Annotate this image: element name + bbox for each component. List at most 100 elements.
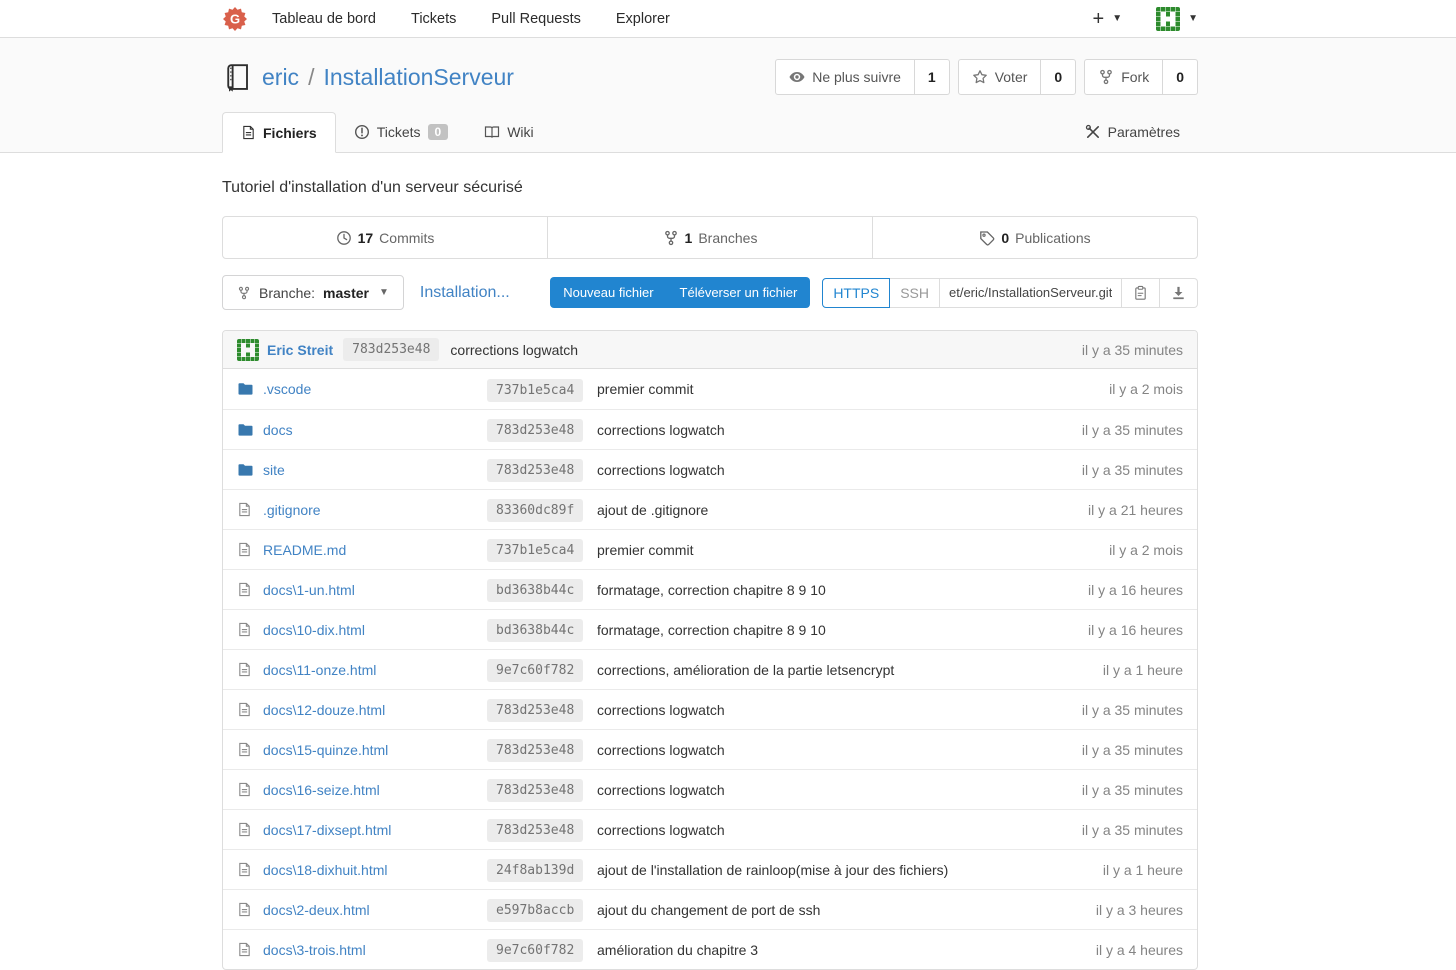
create-new-caret-icon[interactable]: ▼: [1112, 13, 1122, 24]
file-action-buttons: Nouveau fichier Téléverser un fichier: [550, 277, 810, 308]
star-button[interactable]: Voter: [958, 59, 1042, 95]
path-link[interactable]: Installation...: [420, 284, 510, 302]
file-commit-hash: 783d253e48: [487, 459, 583, 482]
file-commit-time: il y a 35 minutes: [1082, 422, 1183, 438]
file-name-link[interactable]: docs\17-dixsept.html: [263, 822, 487, 838]
file-name-link[interactable]: .vscode: [263, 381, 487, 397]
file-name-link[interactable]: .gitignore: [263, 502, 487, 518]
file-controls: Branche: master ▼ Installation... Nouvea…: [222, 275, 1198, 310]
branch-selector[interactable]: Branche: master ▼: [222, 275, 404, 310]
file-name-link[interactable]: docs\18-dixhuit.html: [263, 862, 487, 878]
file-commit-time: il y a 35 minutes: [1082, 822, 1183, 838]
stat-releases[interactable]: 0Publications: [872, 217, 1197, 258]
file-icon: [237, 662, 252, 677]
ssh-protocol-button[interactable]: SSH: [890, 278, 940, 308]
file-commit-time: il y a 35 minutes: [1082, 462, 1183, 478]
tab-wiki[interactable]: Wiki: [466, 112, 551, 152]
svg-text:G: G: [230, 11, 240, 26]
file-row: docs\11-onze.html 9e7c60f782 corrections…: [223, 649, 1197, 689]
file-commit-hash: 83360dc89f: [487, 499, 583, 522]
tag-icon: [979, 230, 995, 246]
file-name-link[interactable]: docs: [263, 422, 487, 438]
file-commit-time: il y a 4 heures: [1096, 942, 1183, 958]
file-row: README.md 737b1e5ca4 premier commit il y…: [223, 529, 1197, 569]
user-avatar[interactable]: [1156, 7, 1180, 31]
file-name-link[interactable]: docs\1-un.html: [263, 582, 487, 598]
new-file-button[interactable]: Nouveau fichier: [550, 277, 666, 308]
file-name-link[interactable]: docs\11-onze.html: [263, 662, 487, 678]
commit-message: corrections logwatch: [450, 342, 578, 358]
nav-dashboard[interactable]: Tableau de bord: [272, 11, 376, 27]
file-row: docs\16-seize.html 783d253e48 correction…: [223, 769, 1197, 809]
nav-issues[interactable]: Tickets: [411, 11, 456, 27]
folder-icon: [237, 422, 253, 438]
tab-settings[interactable]: Paramètres: [1067, 112, 1198, 152]
file-row: docs\15-quinze.html 783d253e48 correctio…: [223, 729, 1197, 769]
file-row: site 783d253e48 corrections logwatch il …: [223, 449, 1197, 489]
file-icon: [237, 542, 252, 557]
file-commit-hash: 9e7c60f782: [487, 659, 583, 682]
commit-hash-badge[interactable]: 783d253e48: [343, 338, 439, 361]
stat-branches[interactable]: 1Branches: [547, 217, 872, 258]
user-menu-caret-icon[interactable]: ▼: [1188, 13, 1198, 24]
file-row: .gitignore 83360dc89f ajout de .gitignor…: [223, 489, 1197, 529]
tab-files[interactable]: Fichiers: [222, 112, 336, 153]
file-icon: [237, 782, 252, 797]
file-table: Eric Streit 783d253e48 corrections logwa…: [222, 330, 1198, 970]
file-commit-hash: bd3638b44c: [487, 579, 583, 602]
file-icon: [237, 902, 252, 917]
star-icon: [972, 69, 988, 85]
file-commit-message: ajout du changement de port de ssh: [597, 902, 1096, 918]
file-name-link[interactable]: docs\3-trois.html: [263, 942, 487, 958]
file-commit-message: amélioration du chapitre 3: [597, 942, 1096, 958]
upload-file-button[interactable]: Téléverser un fichier: [667, 277, 811, 308]
commit-author-avatar[interactable]: [237, 339, 259, 361]
file-commit-time: il y a 1 heure: [1103, 662, 1183, 678]
file-commit-time: il y a 2 mois: [1109, 542, 1183, 558]
repo-owner-link[interactable]: eric: [262, 64, 299, 91]
eye-icon: [789, 69, 805, 85]
watch-count[interactable]: 1: [915, 59, 950, 95]
unwatch-button[interactable]: Ne plus suivre: [775, 59, 915, 95]
file-row: docs\1-un.html bd3638b44c formatage, cor…: [223, 569, 1197, 609]
issues-count-badge: 0: [428, 124, 449, 140]
file-commit-time: il y a 35 minutes: [1082, 742, 1183, 758]
file-icon: [237, 942, 252, 957]
https-protocol-button[interactable]: HTTPS: [822, 278, 890, 308]
file-commit-message: corrections logwatch: [597, 822, 1082, 838]
breadcrumb-separator: /: [308, 64, 314, 91]
file-commit-message: ajout de .gitignore: [597, 502, 1088, 518]
file-name-link[interactable]: docs\10-dix.html: [263, 622, 487, 638]
copy-url-button[interactable]: [1122, 278, 1160, 308]
repo-name-link[interactable]: InstallationServeur: [323, 64, 514, 91]
file-commit-time: il y a 35 minutes: [1082, 702, 1183, 718]
file-name-link[interactable]: site: [263, 462, 487, 478]
file-icon: [237, 822, 252, 837]
download-button[interactable]: [1160, 278, 1198, 308]
commit-author-link[interactable]: Eric Streit: [267, 342, 333, 358]
clone-url-input[interactable]: [940, 278, 1122, 308]
nav-pull-requests[interactable]: Pull Requests: [491, 11, 580, 27]
file-commit-time: il y a 2 mois: [1109, 381, 1183, 397]
create-new-icon[interactable]: +: [1093, 9, 1105, 29]
file-commit-message: corrections logwatch: [597, 462, 1082, 478]
file-commit-hash: 737b1e5ca4: [487, 379, 583, 402]
star-count[interactable]: 0: [1041, 59, 1076, 95]
stat-commits[interactable]: 17Commits: [223, 217, 547, 258]
breadcrumb: eric / InstallationServeur: [262, 64, 514, 91]
file-commit-time: il y a 35 minutes: [1082, 782, 1183, 798]
nav-explore[interactable]: Explorer: [616, 11, 670, 27]
file-name-link[interactable]: docs\15-quinze.html: [263, 742, 487, 758]
gogs-logo[interactable]: G: [222, 6, 248, 32]
tab-issues[interactable]: Tickets 0: [336, 112, 467, 152]
fork-button[interactable]: Fork: [1084, 59, 1163, 95]
file-name-link[interactable]: docs\16-seize.html: [263, 782, 487, 798]
fork-count[interactable]: 0: [1163, 59, 1198, 95]
file-name-link[interactable]: README.md: [263, 542, 487, 558]
file-row: docs\17-dixsept.html 783d253e48 correcti…: [223, 809, 1197, 849]
file-name-link[interactable]: docs\2-deux.html: [263, 902, 487, 918]
file-icon: [237, 502, 252, 517]
file-commit-time: il y a 21 heures: [1088, 502, 1183, 518]
file-name-link[interactable]: docs\12-douze.html: [263, 702, 487, 718]
clone-url-group: HTTPS SSH: [822, 278, 1198, 308]
